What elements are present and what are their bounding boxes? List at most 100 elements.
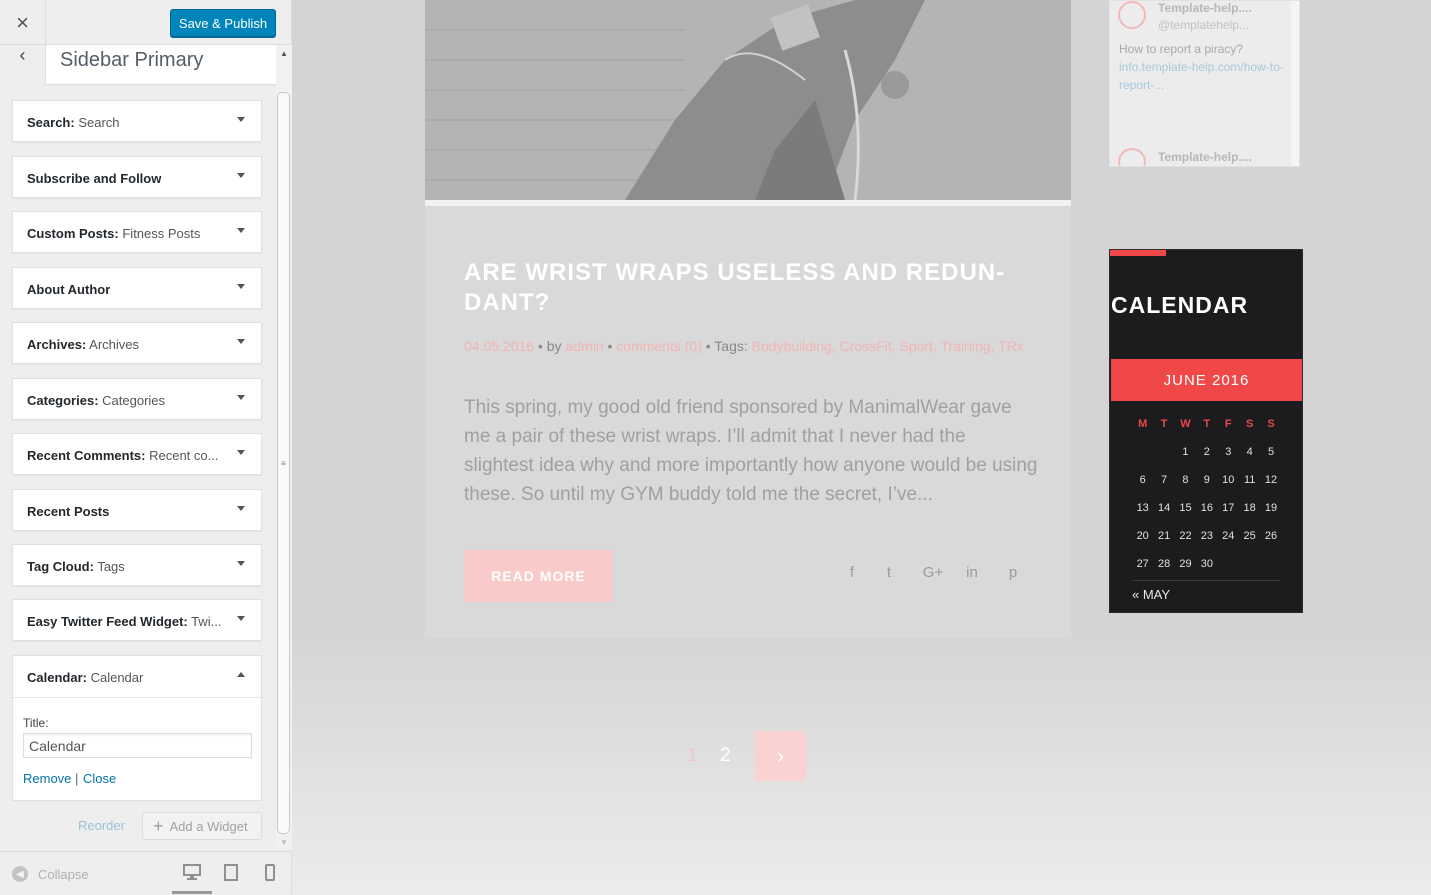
back-button[interactable]: ‹ <box>0 45 46 85</box>
expand-arrow-icon[interactable] <box>237 395 245 400</box>
post-date[interactable]: 04.05.2016 <box>464 338 534 354</box>
title-input[interactable] <box>23 733 252 758</box>
tweet-author-name[interactable]: Template-help.... <box>1158 150 1252 164</box>
widget-recent-posts[interactable]: Recent Posts <box>12 489 262 531</box>
calendar-day: 16 <box>1200 502 1213 514</box>
weekday-label: T <box>1203 418 1211 430</box>
expand-arrow-icon[interactable] <box>237 339 245 344</box>
pagination-page-2[interactable]: 2 <box>720 745 731 767</box>
widget-title: Easy Twitter Feed Widget: Twi... <box>27 614 222 629</box>
scroll-down-arrow-icon[interactable]: ▼ <box>276 834 292 850</box>
read-more-button[interactable]: READ MORE <box>464 550 613 602</box>
widget-archives[interactable]: Archives: Archives <box>12 322 262 364</box>
post-title[interactable]: ARE WRIST WRAPS USELESS AND REDUN-DANT? <box>464 258 1034 318</box>
twitter-icon[interactable]: t <box>879 564 899 581</box>
tweet-author-handle[interactable]: @templatehelp... <box>1158 18 1249 32</box>
twitter-feed-widget[interactable]: Template-help.... @templatehelp... How t… <box>1109 0 1300 167</box>
collapse-button[interactable]: ◀ Collapse <box>12 866 89 882</box>
pagination-next-button[interactable]: › <box>755 731 806 781</box>
calendar-day: 27 <box>1136 558 1149 570</box>
scrollbar-thumb[interactable]: ≡ <box>277 92 290 834</box>
pagination-page-1[interactable]: 1 <box>687 745 698 767</box>
widget-title: Custom Posts: Fitness Posts <box>27 226 201 241</box>
calendar-day: 21 <box>1157 530 1171 542</box>
calendar-grid: M T W T F S S 1 2 3 4 5 6 7 8 9 10 11 12 13 14 15 16 17 1… <box>1132 410 1282 578</box>
calendar-weekday-row: M T W T F S S <box>1132 410 1282 438</box>
widget-about-author[interactable]: About Author <box>12 267 262 309</box>
facebook-icon[interactable]: f <box>842 564 862 581</box>
calendar-day: 24 <box>1222 530 1235 542</box>
linkedin-icon[interactable]: in <box>962 564 982 581</box>
post-comments[interactable]: comments (0) <box>616 338 702 354</box>
expand-arrow-icon[interactable] <box>237 506 245 511</box>
weekday-label: F <box>1224 418 1232 430</box>
calendar-day: 12 <box>1264 474 1278 486</box>
calendar-day: 17 <box>1222 502 1235 514</box>
calendar-day: 15 <box>1179 502 1192 514</box>
weekday-label: M <box>1138 418 1148 430</box>
calendar-day: 19 <box>1264 502 1278 514</box>
widget-calendar-header[interactable]: Calendar: Calendar <box>13 656 261 698</box>
google-plus-icon[interactable]: G+ <box>920 564 946 581</box>
close-link[interactable]: Close <box>83 771 116 786</box>
scroll-up-arrow-icon[interactable]: ▲ <box>276 45 292 61</box>
calendar-week-row: 27 28 29 30 <box>1132 550 1282 578</box>
expand-arrow-icon[interactable] <box>237 561 245 566</box>
widget-easy-twitter-feed[interactable]: Easy Twitter Feed Widget: Twi... <box>12 599 262 641</box>
preview-mobile-button[interactable] <box>250 864 290 894</box>
widget-tag-cloud[interactable]: Tag Cloud: Tags <box>12 544 262 586</box>
widget-search[interactable]: Search: Search <box>12 100 262 142</box>
calendar-week-row: 20 21 22 23 24 25 26 <box>1132 522 1282 550</box>
tags-label: Tags: <box>714 338 748 354</box>
calendar-day: 7 <box>1161 474 1168 486</box>
reorder-link[interactable]: Reorder <box>78 818 125 833</box>
widget-recent-comments[interactable]: Recent Comments: Recent co... <box>12 433 262 475</box>
expand-arrow-icon[interactable] <box>237 616 245 621</box>
calendar-week-row: 13 14 15 16 17 18 19 <box>1132 494 1282 522</box>
widget-calendar: Calendar: Calendar Title: Remove | Close <box>12 655 262 801</box>
preview-tablet-button[interactable] <box>211 864 251 894</box>
post-tags[interactable]: Bodybuilding, CrossFit, Sport, Training,… <box>752 338 1024 354</box>
calendar-week-row: 1 2 3 4 5 <box>1132 438 1282 466</box>
expand-arrow-icon[interactable] <box>237 228 245 233</box>
calendar-prev-month-link[interactable]: « MAY <box>1132 587 1170 602</box>
widget-title: Calendar: Calendar <box>27 670 144 685</box>
calendar-day: 1 <box>1182 446 1189 458</box>
calendar-week-row: 6 7 8 9 10 11 12 <box>1132 466 1282 494</box>
widget-categories[interactable]: Categories: Categories <box>12 378 262 420</box>
expand-arrow-icon[interactable] <box>237 173 245 178</box>
section-title: Sidebar Primary <box>60 49 204 71</box>
save-publish-button[interactable]: Save & Publish <box>170 9 276 37</box>
post-author[interactable]: admin <box>565 338 603 354</box>
add-widget-button[interactable]: + Add a Widget <box>142 812 262 840</box>
close-customizer-button[interactable]: × <box>0 0 46 45</box>
widget-custom-posts[interactable]: Custom Posts: Fitness Posts <box>12 211 262 253</box>
calendar-day: 9 <box>1203 474 1210 486</box>
widget-subscribe-follow[interactable]: Subscribe and Follow <box>12 156 262 198</box>
calendar-day: 22 <box>1179 530 1192 542</box>
preview-desktop-button[interactable] <box>172 864 212 894</box>
expand-arrow-icon[interactable] <box>237 450 245 455</box>
panel-scrollbar[interactable]: ▲ ≡ ▼ <box>276 45 292 850</box>
tweet-author-name[interactable]: Template-help.... <box>1158 1 1252 15</box>
collapse-arrow-icon[interactable] <box>237 672 245 677</box>
twitter-scrollbar[interactable] <box>1291 1 1299 166</box>
calendar-day: 5 <box>1267 446 1275 458</box>
expand-arrow-icon[interactable] <box>237 284 245 289</box>
panel-header: × Save & Publish <box>0 0 291 45</box>
pinterest-icon[interactable]: p <box>1003 564 1023 581</box>
calendar-day: 30 <box>1200 558 1213 570</box>
widget-title: About Author <box>27 282 111 297</box>
tweet-link[interactable]: info.template-help.com/how-to-report-... <box>1119 58 1289 94</box>
calendar-weeks: 1 2 3 4 5 6 7 8 9 10 11 12 13 14 15 16 17 18 19 20 21 22 23 24 2… <box>1132 438 1282 578</box>
add-widget-label: Add a Widget <box>169 818 248 834</box>
calendar-day: 3 <box>1225 446 1232 458</box>
remove-link[interactable]: Remove <box>23 771 71 786</box>
title-label: Title: <box>23 716 49 730</box>
plus-icon: + <box>153 815 164 836</box>
section-title-bar: ‹ Sidebar Primary <box>0 45 276 85</box>
expand-arrow-icon[interactable] <box>237 117 245 122</box>
by-label: by <box>546 338 562 354</box>
avatar <box>1118 1 1146 29</box>
post-featured-image[interactable] <box>425 0 1071 200</box>
